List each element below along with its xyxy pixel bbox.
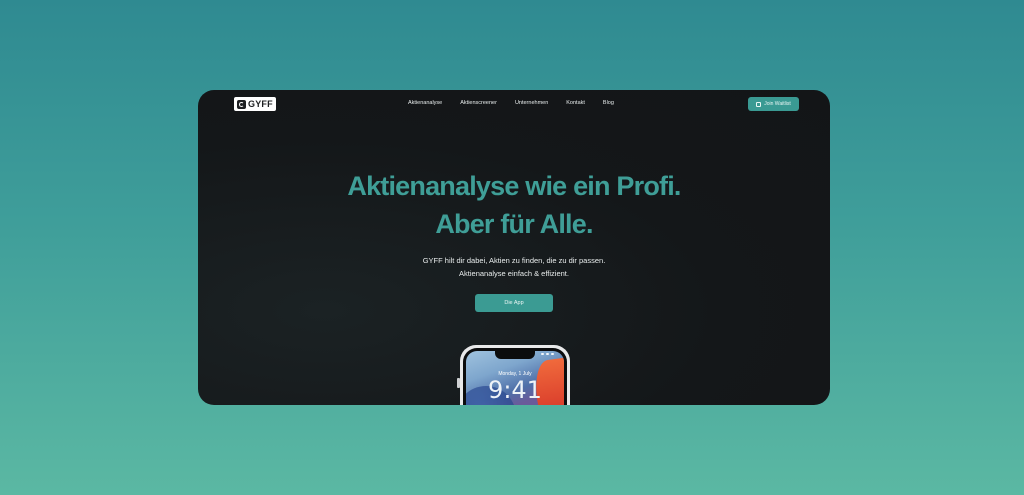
nav-link-aktienanalyse[interactable]: Aktienanalyse	[408, 100, 442, 106]
hero-headline-line1: Aktienanalyse wie ein Profi.	[347, 171, 681, 201]
hero-subtitle-line1: GYFF hilt dir dabei, Aktien zu finden, d…	[422, 256, 606, 265]
battery-icon	[551, 353, 554, 355]
wifi-icon	[546, 353, 549, 355]
gyff-logo-icon	[237, 99, 246, 109]
calendar-icon	[756, 101, 762, 107]
die-app-button[interactable]: Die App	[475, 294, 553, 312]
main-menu: Aktienanalyse Aktienscreener Unternehmen…	[408, 100, 614, 106]
nav-link-unternehmen[interactable]: Unternehmen	[515, 100, 548, 106]
nav-link-blog[interactable]: Blog	[603, 100, 614, 106]
top-navigation: GYFF Aktienanalyse Aktienscreener Untern…	[198, 90, 830, 120]
signal-icon	[541, 353, 544, 355]
browser-window: GYFF Aktienanalyse Aktienscreener Untern…	[198, 90, 830, 405]
waitlist-label: Join Waitlist	[764, 101, 791, 107]
phone-bezel: Monday, 1 July 9:41	[463, 348, 567, 405]
phone-status-icons	[541, 353, 554, 355]
phone-mockup: Monday, 1 July 9:41	[460, 345, 570, 405]
phone-notch	[495, 351, 535, 359]
nav-link-aktienscreener[interactable]: Aktienscreener	[460, 100, 497, 106]
phone-lockscreen: Monday, 1 July 9:41	[466, 351, 564, 405]
nav-link-kontakt[interactable]: Kontakt	[566, 100, 585, 106]
join-waitlist-button[interactable]: Join Waitlist	[748, 97, 799, 111]
lockscreen-time: 9:41	[488, 376, 542, 404]
hero-subtitle-line2: Aktienanalyse einfach & effizient.	[459, 269, 569, 278]
hero-headline-line2: Aber für Alle.	[435, 209, 593, 239]
logo-text: GYFF	[248, 98, 273, 109]
gyff-logo[interactable]: GYFF	[234, 97, 276, 111]
